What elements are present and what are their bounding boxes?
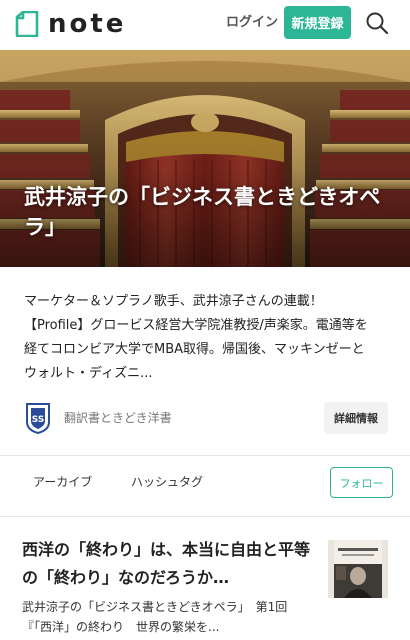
article-thumbnail[interactable] bbox=[328, 540, 388, 598]
section-divider bbox=[0, 516, 410, 517]
article-meta: 武井涼子の「ビジネス書ときどきオペラ」 第1回 『「西洋」の終わり 世界の繁栄を… bbox=[22, 597, 322, 637]
author-name[interactable]: 翻訳書ときどき洋書 bbox=[64, 409, 172, 427]
tab-archive[interactable]: アーカイブ bbox=[33, 473, 92, 491]
author-row: SS 翻訳書ときどき洋書 詳細情報 bbox=[24, 402, 390, 435]
description-line: マーケター＆ソプラノ歌手、武井涼子さんの連載！ bbox=[24, 294, 323, 309]
tab-hashtag[interactable]: ハッシュタグ bbox=[131, 473, 203, 491]
section-divider bbox=[0, 455, 410, 456]
article-title[interactable]: 西洋の「終わり」は、本当に自由と平等 の「終わり」なのだろうか… bbox=[22, 536, 312, 592]
details-button[interactable]: 詳細情報 bbox=[324, 402, 388, 434]
note-logo-icon bbox=[14, 10, 40, 38]
magazine-title: 武井涼子の「ビジネス書ときどきオペラ」 bbox=[24, 185, 381, 239]
note-logo[interactable]: note bbox=[14, 9, 126, 39]
svg-text:SS: SS bbox=[32, 415, 45, 425]
logo-text: note bbox=[48, 9, 127, 39]
description-line: ウォルト・ディズニ... bbox=[24, 366, 153, 381]
article-series: 武井涼子の「ビジネス書ときどきオペラ」 第1回 bbox=[22, 600, 288, 614]
login-link[interactable]: ログイン bbox=[226, 13, 278, 33]
follow-button[interactable]: フォロー bbox=[330, 467, 393, 498]
search-icon[interactable] bbox=[364, 10, 390, 36]
description-line: 経てコロンビア大学でMBA取得。帰国後、マッキンゼーと bbox=[24, 342, 365, 357]
author-avatar[interactable]: SS bbox=[24, 402, 52, 435]
article-title-line: 西洋の「終わり」は、本当に自由と平等 bbox=[22, 540, 311, 559]
signup-button[interactable]: 新規登録 bbox=[284, 6, 351, 39]
magazine-hero-banner: 武井涼子の「ビジネス書ときどきオペラ」 bbox=[0, 50, 410, 267]
magazine-description: マーケター＆ソプラノ歌手、武井涼子さんの連載！ 【Profile】グロービス経営… bbox=[24, 290, 394, 386]
article-title-line: の「終わり」なのだろうか… bbox=[22, 568, 230, 587]
top-header: note ログイン 新規登録 bbox=[0, 0, 410, 50]
description-line: 【Profile】グロービス経営大学院准教授/声楽家。電通等を bbox=[24, 318, 368, 333]
article-excerpt: 『「西洋」の終わり 世界の繁栄を... bbox=[22, 620, 220, 634]
